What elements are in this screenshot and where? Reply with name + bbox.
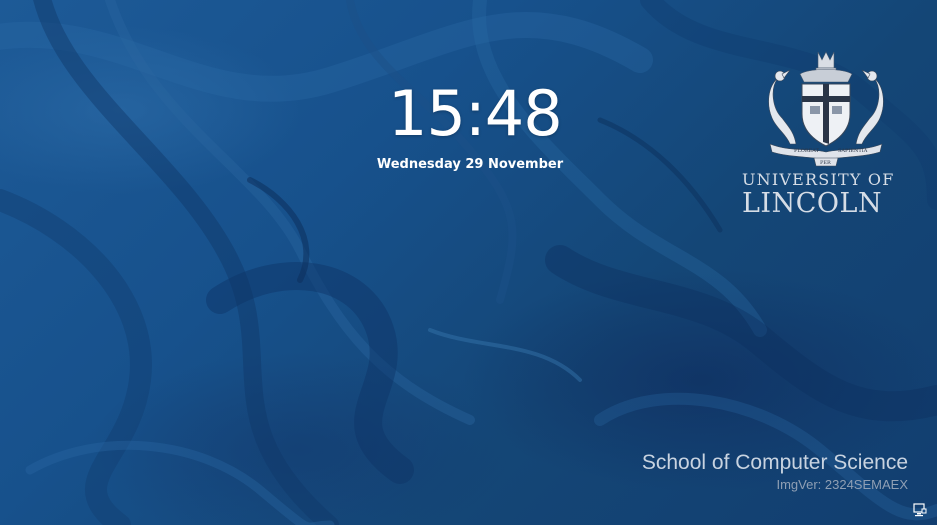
university-name-line1: UNIVERSITY OF	[742, 170, 895, 189]
university-crest-icon: FLOREAT SAPIENTIA PER	[768, 51, 884, 167]
lock-screen[interactable]: 15:48 Wednesday 29 November FLOREAT SAPI…	[0, 0, 937, 525]
university-name-line2: LINCOLN	[742, 188, 883, 219]
image-version: ImgVer: 2324SEMAEX	[776, 477, 908, 492]
school-name: School of Computer Science	[641, 451, 908, 474]
motto-right: SAPIENTIA	[838, 148, 868, 154]
network-status-icon[interactable]	[913, 503, 927, 517]
lock-screen-date: Wednesday 29 November	[376, 157, 564, 172]
motto-bottom: PER	[820, 160, 831, 166]
motto-left: FLOREAT	[794, 148, 820, 154]
lock-screen-clock: 15:48	[388, 77, 563, 150]
